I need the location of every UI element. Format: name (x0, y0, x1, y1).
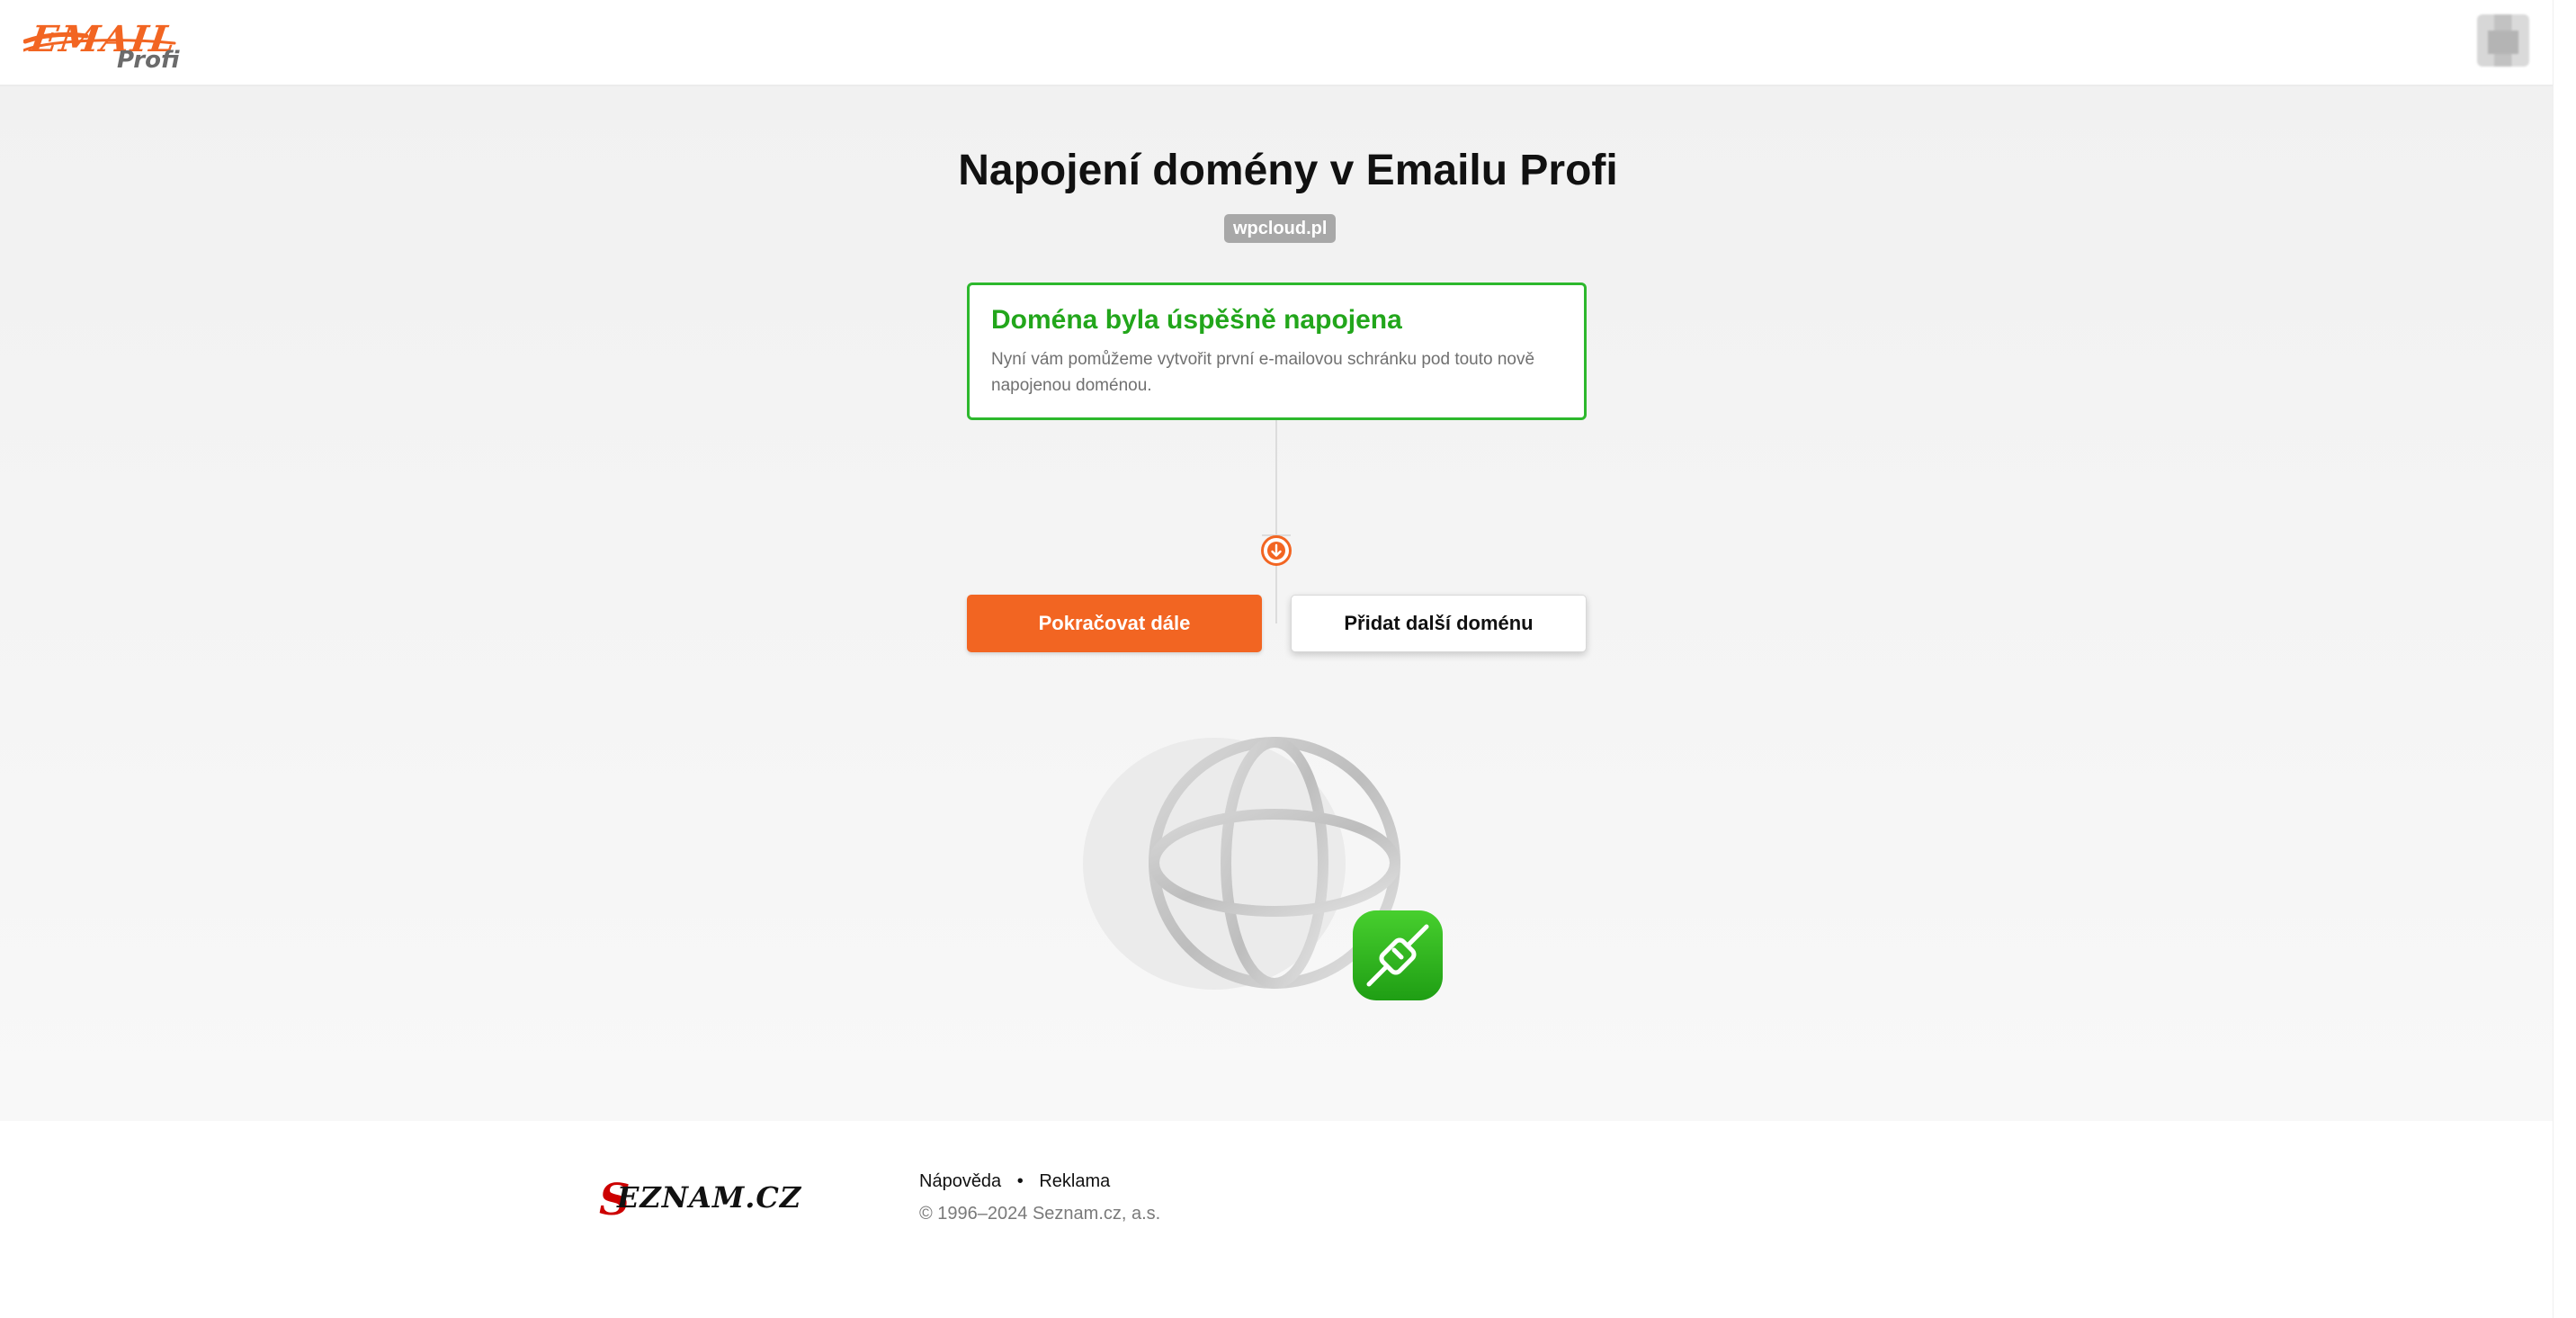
success-text: Nyní vám pomůžeme vytvořit první e-mailo… (991, 350, 1535, 395)
footer-separator: • (1016, 1171, 1024, 1191)
page-footer: S EZNAM.CZ Nápověda • Reklama © 1996–202… (0, 1121, 2576, 1318)
seznam-logo[interactable]: S EZNAM.CZ (599, 1175, 801, 1229)
globe-icon (1083, 737, 1400, 990)
help-link[interactable]: Nápověda (919, 1171, 1001, 1192)
window-edge (2553, 0, 2576, 1318)
page-title: Napojení domény v Emailu Profi (958, 147, 1618, 194)
success-title: Doména byla úspěšně napojena (991, 305, 1402, 335)
seznam-logo-text: EZNAM.CZ (617, 1180, 802, 1215)
copyright: © 1996–2024 Seznam.cz, a.s. (919, 1204, 1161, 1224)
app-header: EMAIL Profi (0, 0, 2576, 86)
email-profi-logo[interactable]: EMAIL Profi (23, 16, 185, 76)
connector-line (1275, 420, 1277, 623)
user-avatar[interactable] (2477, 14, 2529, 67)
logo-sub: Profi (117, 47, 180, 74)
main-content: Napojení domény v Emailu Profi wpcloud.p… (0, 86, 2576, 1121)
success-card: Doména byla úspěšně napojena Nyní vám po… (967, 282, 1587, 420)
ads-link[interactable]: Reklama (1039, 1171, 1110, 1192)
domain-illustration (1083, 737, 1443, 1000)
arrow-down-circle-icon (1261, 535, 1292, 566)
link-icon (1353, 910, 1443, 1000)
domain-badge: wpcloud.pl (1224, 214, 1337, 243)
footer-links: Nápověda • Reklama (919, 1171, 1110, 1192)
